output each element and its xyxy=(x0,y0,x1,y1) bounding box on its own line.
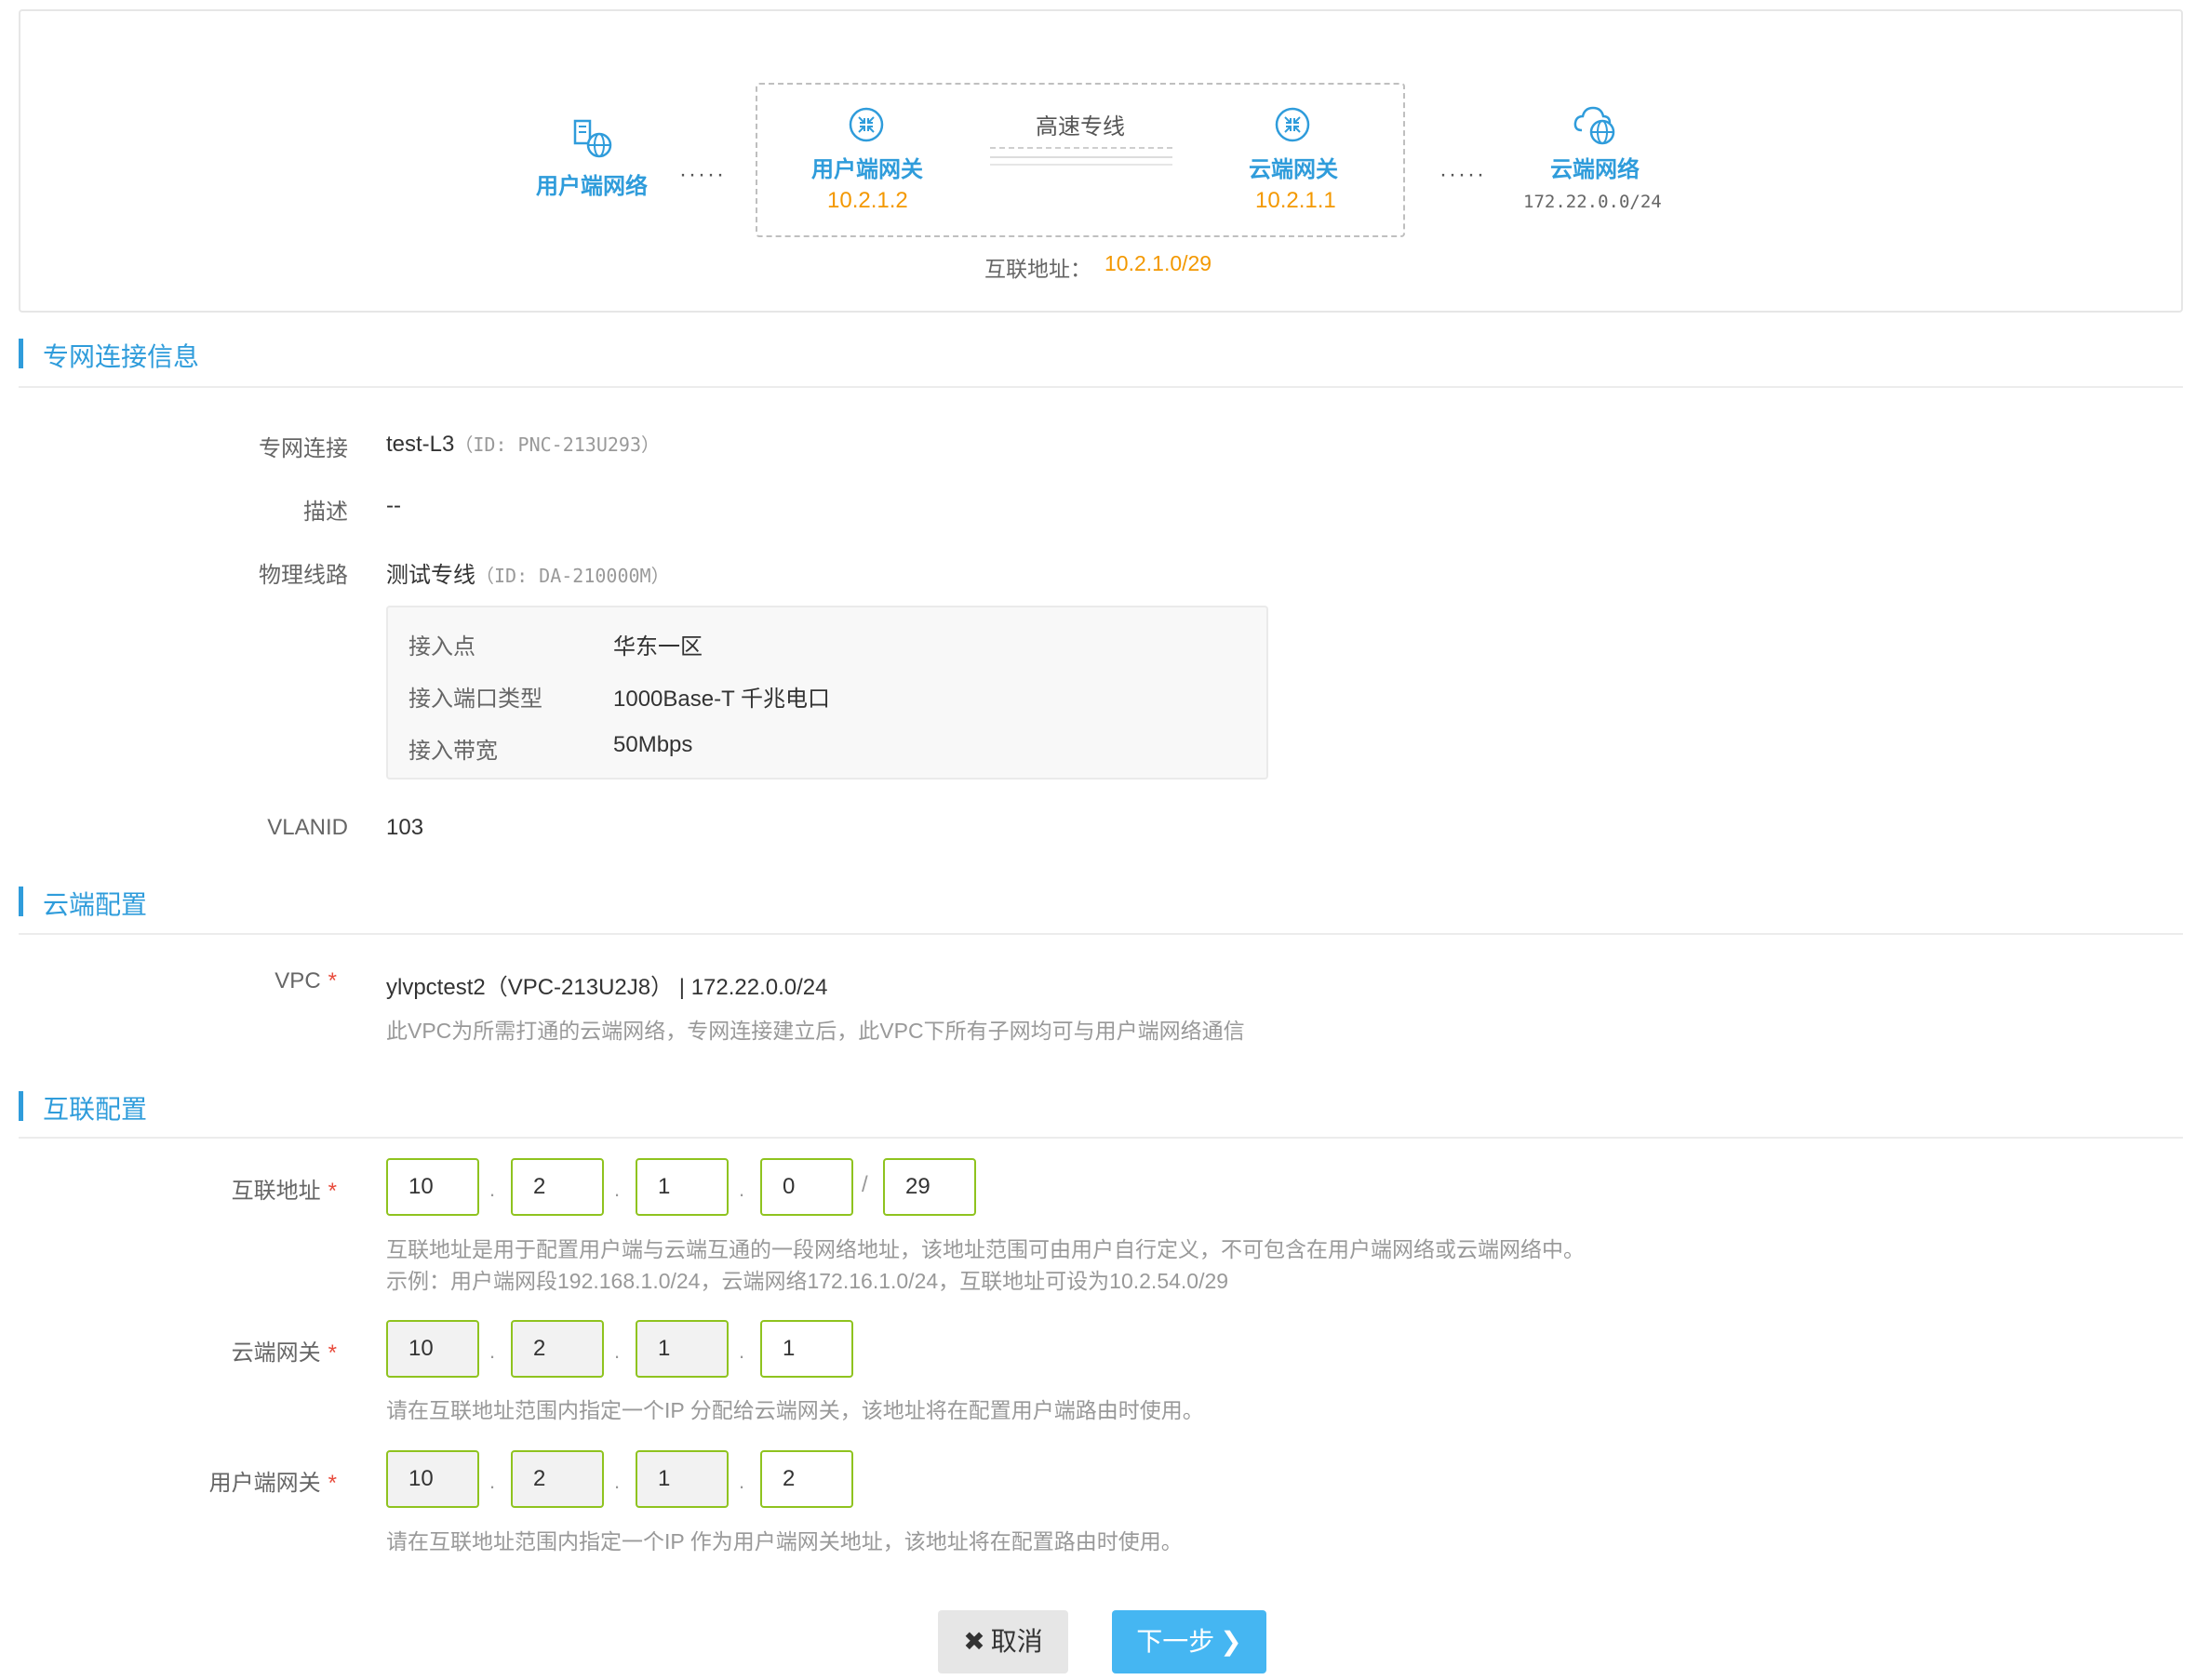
cloud-gateway-hint: 请在互联地址范围内指定一个IP 分配给云端网关，该地址将在配置用户端路由时使用。 xyxy=(386,1398,1204,1422)
cloud-gateway-ip: 10.2.1.1 xyxy=(1255,188,1336,213)
octet-separator: . xyxy=(489,1470,496,1493)
vpc-value: ylvpctest2（VPC-213U2J8） | 172.22.0.0/24 xyxy=(386,975,828,1000)
connector-dots-right: ····· xyxy=(1439,162,1486,187)
interconnect-octet-1-input[interactable]: 10 xyxy=(386,1158,479,1216)
physical-line-details: 接入点 华东一区 接入端口类型 1000Base-T 千兆电口 接入带宽 50M… xyxy=(386,606,1268,780)
cloud-gateway-router-icon xyxy=(1275,107,1310,142)
cloud-network-label: 云端网络 xyxy=(1550,157,1640,182)
octet-separator: . xyxy=(614,1178,621,1201)
description-value: -- xyxy=(386,493,401,518)
vpc-label: VPC * xyxy=(274,968,337,994)
section-divider xyxy=(19,933,2183,935)
vlan-id-label: VLANID xyxy=(267,815,348,840)
section-divider xyxy=(19,1137,2183,1139)
required-mark: * xyxy=(328,1340,337,1366)
description-label: 描述 xyxy=(303,500,348,525)
access-point-label: 接入点 xyxy=(408,634,475,660)
connection-name-label: 专网连接 xyxy=(259,436,348,461)
access-point-value: 华东一区 xyxy=(613,634,703,660)
connection-name-value: test-L3（ID: PNC-213U293） xyxy=(386,430,660,458)
physical-line-value: 测试专线（ID: DA-210000M） xyxy=(386,556,670,589)
cancel-button[interactable]: ✖ 取消 xyxy=(938,1610,1068,1673)
section-marker xyxy=(19,887,23,916)
interconnect-octet-2-input[interactable]: 2 xyxy=(511,1158,604,1216)
interconnect-octet-4-input[interactable]: 0 xyxy=(760,1158,853,1216)
user-gateway-octet-2: 2 xyxy=(511,1450,604,1508)
user-gateway-label: 用户端网关 xyxy=(811,157,923,182)
user-network-icon xyxy=(573,119,612,158)
connector-dots-left: ····· xyxy=(679,162,726,187)
cloud-gateway-field-label-text: 云端网关 xyxy=(231,1340,321,1366)
cloud-network-icon xyxy=(1573,106,1615,145)
bandwidth-value: 50Mbps xyxy=(613,732,693,757)
next-button-label: 下一步 xyxy=(1136,1627,1215,1656)
vpc-label-text: VPC xyxy=(274,968,321,993)
octet-separator: . xyxy=(739,1178,745,1201)
octet-separator: . xyxy=(489,1178,496,1201)
dedicated-line-label: 高速专线 xyxy=(1036,114,1125,140)
vlan-id-value: 103 xyxy=(386,815,424,840)
section-title-cloud-config: 云端配置 xyxy=(43,890,148,919)
section-divider xyxy=(19,386,2183,388)
user-gateway-ip: 10.2.1.2 xyxy=(827,188,908,213)
physical-line-id: （ID: DA-210000M） xyxy=(475,565,670,587)
port-type-label: 接入端口类型 xyxy=(408,687,542,712)
user-gateway-router-icon xyxy=(849,107,884,142)
octet-separator: . xyxy=(614,1340,621,1363)
next-step-button[interactable]: 下一步 ❯ xyxy=(1112,1610,1266,1673)
cloud-gateway-octet-4-input[interactable]: 1 xyxy=(760,1320,853,1378)
interconnect-mask-input[interactable]: 29 xyxy=(883,1158,976,1216)
mask-separator: / xyxy=(862,1172,868,1197)
line-solid xyxy=(990,156,1172,158)
cloud-gateway-field-label: 云端网关 * xyxy=(232,1334,337,1367)
interconnect-address-caption-value: 10.2.1.0/29 xyxy=(1104,251,1212,275)
bandwidth-label: 接入带宽 xyxy=(408,739,498,764)
octet-separator: . xyxy=(489,1340,496,1363)
interconnect-address-label: 互联地址 * xyxy=(232,1172,337,1205)
interconnect-address-hint: 互联地址是用于配置用户端与云端互通的一段网络地址，该地址范围可由用户自行定义，不… xyxy=(386,1237,1585,1261)
cloud-gateway-label: 云端网关 xyxy=(1249,157,1338,182)
required-mark: * xyxy=(328,968,337,993)
close-icon: ✖ xyxy=(963,1627,985,1656)
interconnect-address-example: 示例：用户端网段192.168.1.0/24，云端网络172.16.1.0/24… xyxy=(386,1269,1229,1293)
line-dash-top xyxy=(990,147,1172,149)
cancel-button-label: 取消 xyxy=(990,1627,1043,1656)
interconnect-address-label-text: 互联地址 xyxy=(231,1179,321,1204)
section-marker xyxy=(19,1091,23,1121)
required-mark: * xyxy=(328,1179,337,1204)
cloud-gateway-octet-2: 2 xyxy=(511,1320,604,1378)
interconnect-address-caption: 互联地址： xyxy=(984,257,1091,281)
user-gateway-octet-1: 10 xyxy=(386,1450,479,1508)
octet-separator: . xyxy=(739,1470,745,1493)
physical-line-label: 物理线路 xyxy=(259,563,348,588)
user-gateway-field-label-text: 用户端网关 xyxy=(208,1471,321,1496)
port-type-value: 1000Base-T 千兆电口 xyxy=(613,687,830,712)
user-gateway-field-label: 用户端网关 * xyxy=(209,1464,337,1497)
connection-name: test-L3 xyxy=(386,432,455,457)
octet-separator: . xyxy=(614,1470,621,1493)
physical-line-name: 测试专线 xyxy=(386,563,475,588)
section-marker xyxy=(19,339,23,368)
vpc-hint: 此VPC为所需打通的云端网络，专网连接建立后，此VPC下所有子网均可与用户端网络… xyxy=(386,1019,1245,1043)
user-network-label: 用户端网络 xyxy=(536,174,648,199)
cloud-gateway-octet-3: 1 xyxy=(636,1320,729,1378)
line-solid-bottom xyxy=(990,164,1172,166)
section-title-interconnect-config: 互联配置 xyxy=(43,1095,148,1124)
user-gateway-octet-3: 1 xyxy=(636,1450,729,1508)
chevron-right-icon: ❯ xyxy=(1220,1627,1242,1656)
user-gateway-hint: 请在互联地址范围内指定一个IP 作为用户端网关地址，该地址将在配置路由时使用。 xyxy=(386,1529,1183,1553)
octet-separator: . xyxy=(739,1340,745,1363)
user-gateway-octet-4-input[interactable]: 2 xyxy=(760,1450,853,1508)
cloud-gateway-octet-1: 10 xyxy=(386,1320,479,1378)
section-title-connection-info: 专网连接信息 xyxy=(43,342,200,371)
connection-id: （ID: PNC-213U293） xyxy=(454,433,660,456)
interconnect-octet-3-input[interactable]: 1 xyxy=(636,1158,729,1216)
required-mark: * xyxy=(328,1471,337,1496)
cloud-network-cidr: 172.22.0.0/24 xyxy=(1523,192,1662,212)
